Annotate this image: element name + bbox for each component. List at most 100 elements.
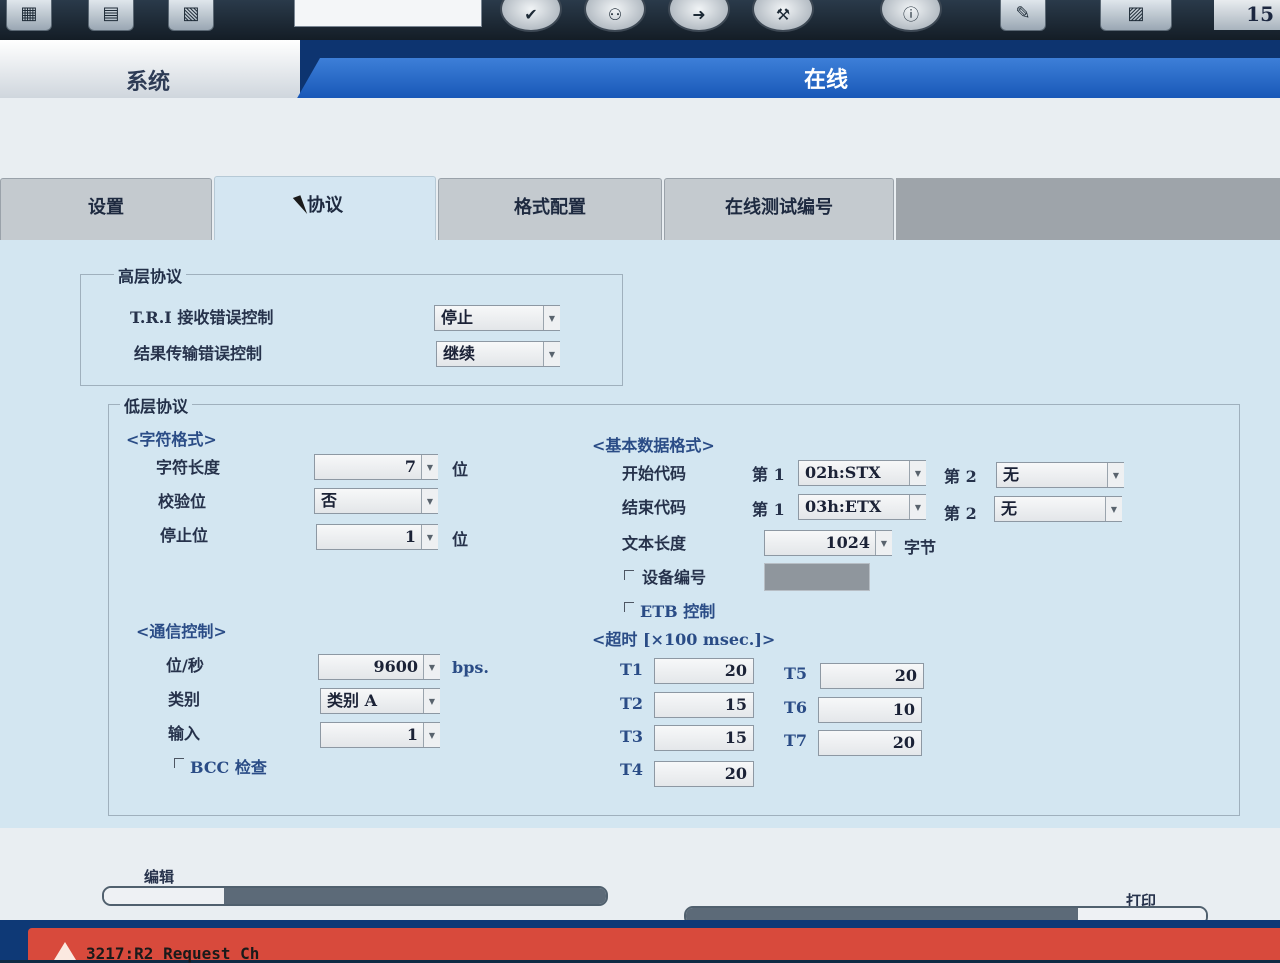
chevron-down-icon[interactable]: ▼ <box>875 531 892 555</box>
title-right-panel <box>296 58 1280 100</box>
end-first-label: 第 1 <box>752 500 785 519</box>
chevron-down-icon[interactable]: ▼ <box>909 495 926 519</box>
t4-field[interactable]: 20 <box>654 761 754 787</box>
input-select[interactable]: 1 ▼ <box>320 722 440 748</box>
edit-button-bar[interactable] <box>102 886 608 906</box>
end-second-select[interactable]: 无 ▼ <box>994 496 1122 522</box>
start-second-select[interactable]: 无 ▼ <box>996 462 1124 488</box>
bps-unit: bps. <box>452 658 489 677</box>
document-icon[interactable]: ▧ <box>168 0 214 31</box>
edit-icon[interactable]: ✎ <box>1000 0 1046 31</box>
t5-field[interactable]: 20 <box>820 663 924 689</box>
stop-bit-value: 1 <box>404 527 416 546</box>
start-first-label: 第 1 <box>752 465 785 484</box>
bcc-checkbox[interactable] <box>174 758 184 768</box>
tab-protocol[interactable]: 协议 <box>214 176 436 242</box>
input-label: 输入 <box>168 724 201 743</box>
char-length-unit: 位 <box>452 460 469 479</box>
high-protocol-title: 高层协议 <box>114 263 187 287</box>
chevron-down-icon[interactable]: ▼ <box>421 525 438 549</box>
char-length-value: 7 <box>404 457 416 476</box>
char-length-label: 字符长度 <box>156 458 221 477</box>
chevron-down-icon[interactable]: ▼ <box>421 489 438 513</box>
chevron-down-icon[interactable]: ▼ <box>543 342 560 366</box>
device-number-field <box>764 563 870 591</box>
char-format-title: <字符格式> <box>126 430 217 449</box>
t5-label: T5 <box>784 664 808 683</box>
etb-label: ETB 控制 <box>640 602 716 621</box>
etb-checkbox[interactable] <box>624 602 634 612</box>
people-icon[interactable]: ⚇ <box>584 0 646 32</box>
end-second-value: 无 <box>1001 499 1018 518</box>
result-error-select[interactable]: 继续 ▼ <box>436 341 560 367</box>
parity-select[interactable]: 否 ▼ <box>314 488 438 514</box>
end-first-value: 03h:ETX <box>805 497 882 516</box>
bps-select[interactable]: 9600 ▼ <box>318 654 440 680</box>
toolbar-input[interactable] <box>294 0 482 27</box>
tab-filler <box>896 178 1280 240</box>
device-number-checkbox[interactable] <box>624 570 634 580</box>
end-first-select[interactable]: 03h:ETX ▼ <box>798 494 926 520</box>
warning-icon <box>54 942 76 960</box>
check-icon[interactable]: ✔ <box>500 0 562 32</box>
alarm-message-text: 3217:R2 Request Ch <box>86 944 260 963</box>
parity-value: 否 <box>321 491 338 510</box>
chevron-down-icon[interactable]: ▼ <box>543 306 560 330</box>
tri-error-label: T.R.I 接收错误控制 <box>130 308 274 327</box>
arrow-icon[interactable]: ➜ <box>668 0 730 32</box>
tab-online-test-number[interactable]: 在线测试编号 <box>664 178 894 240</box>
start-second-label: 第 2 <box>944 467 977 486</box>
t3-field[interactable]: 15 <box>654 725 754 751</box>
tab-settings[interactable]: 设置 <box>0 178 212 240</box>
parity-label: 校验位 <box>158 492 207 511</box>
chevron-down-icon[interactable]: ▼ <box>423 723 440 747</box>
stop-bit-select[interactable]: 1 ▼ <box>316 524 438 550</box>
type-label: 类别 <box>168 690 201 709</box>
result-error-label: 结果传输错误控制 <box>134 344 263 363</box>
start-first-select[interactable]: 02h:STX ▼ <box>798 460 926 486</box>
stripes-icon[interactable]: ▨ <box>1100 0 1172 31</box>
t1-field[interactable]: 20 <box>654 658 754 684</box>
type-value: 类别 A <box>327 691 377 710</box>
system-title: 系统 <box>126 69 171 95</box>
t7-field[interactable]: 20 <box>818 730 922 756</box>
char-length-select[interactable]: 7 ▼ <box>314 454 438 480</box>
t2-field[interactable]: 15 <box>654 692 754 718</box>
start-first-value: 02h:STX <box>805 463 881 482</box>
end-code-label: 结束代码 <box>622 498 687 517</box>
low-protocol-title: 低层协议 <box>120 393 193 417</box>
start-code-label: 开始代码 <box>622 464 687 483</box>
chevron-down-icon[interactable]: ▼ <box>423 655 440 679</box>
chevron-down-icon[interactable]: ▼ <box>421 455 438 479</box>
t4-label: T4 <box>620 760 644 779</box>
tri-error-select[interactable]: 停止 ▼ <box>434 305 560 331</box>
chevron-down-icon[interactable]: ▼ <box>1105 497 1122 521</box>
counter-display: 15 <box>1214 0 1280 30</box>
stop-bit-label: 停止位 <box>160 526 209 545</box>
tri-error-value: 停止 <box>441 308 474 327</box>
grid-icon[interactable]: ▦ <box>6 0 52 31</box>
type-select[interactable]: 类别 A ▼ <box>320 688 440 714</box>
text-length-value: 1024 <box>825 533 870 552</box>
t1-label: T1 <box>620 660 644 679</box>
tab-format-config[interactable]: 格式配置 <box>438 178 662 240</box>
comm-control-title: <通信控制> <box>136 622 227 641</box>
info-icon[interactable]: ⓘ <box>880 0 942 32</box>
top-toolbar: ▦ ▤ ▧ ✔ ⚇ ➜ ⚒ ⓘ ✎ ▨ 15 <box>0 0 1280 40</box>
input-value: 1 <box>406 725 418 744</box>
end-second-label: 第 2 <box>944 504 977 523</box>
bps-label: 位/秒 <box>166 656 204 675</box>
t7-label: T7 <box>784 731 808 750</box>
basic-format-title: <基本数据格式> <box>592 436 715 455</box>
chevron-down-icon[interactable]: ▼ <box>1107 463 1124 487</box>
calendar-icon[interactable]: ▤ <box>88 0 134 31</box>
bps-value: 9600 <box>373 657 418 676</box>
t2-label: T2 <box>620 694 644 713</box>
text-length-select[interactable]: 1024 ▼ <box>764 530 892 556</box>
t6-label: T6 <box>784 698 808 717</box>
tool-icon[interactable]: ⚒ <box>752 0 814 32</box>
chevron-down-icon[interactable]: ▼ <box>909 461 926 485</box>
bcc-label: BCC 检查 <box>190 758 267 777</box>
t6-field[interactable]: 10 <box>818 697 922 723</box>
chevron-down-icon[interactable]: ▼ <box>423 689 440 713</box>
